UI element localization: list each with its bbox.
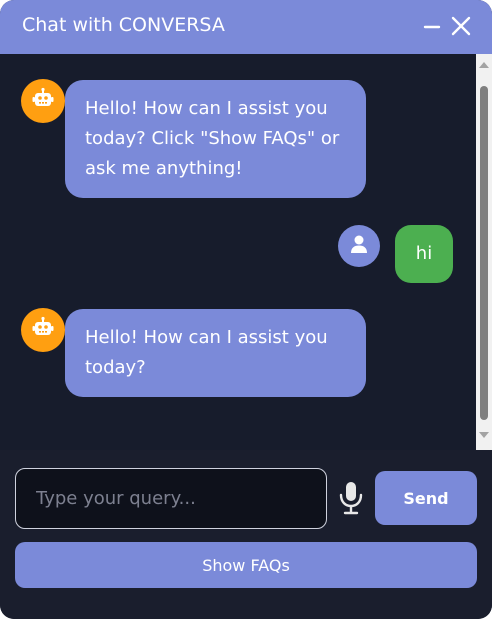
- bot-avatar: [21, 308, 65, 352]
- messages-scrollbar[interactable]: [476, 54, 492, 450]
- send-button[interactable]: Send: [375, 471, 477, 525]
- scrollbar-thumb[interactable]: [480, 86, 488, 420]
- chat-header: Chat with CONVERSA: [0, 0, 492, 54]
- chat-widget: Chat with CONVERSA Hello! How can I assi…: [0, 0, 492, 619]
- microphone-icon[interactable]: [338, 481, 364, 515]
- close-icon[interactable]: [449, 14, 475, 40]
- robot-icon: [31, 316, 55, 344]
- bot-avatar: [21, 79, 65, 123]
- bot-message: Hello! How can I assist you today?: [65, 309, 366, 397]
- query-input[interactable]: [15, 468, 327, 529]
- show-faqs-button[interactable]: Show FAQs: [15, 542, 477, 588]
- robot-icon: [31, 87, 55, 115]
- scroll-up-arrow-icon[interactable]: [479, 62, 489, 68]
- scroll-down-arrow-icon[interactable]: [479, 432, 489, 438]
- chat-title: Chat with CONVERSA: [22, 14, 225, 36]
- minimize-icon[interactable]: [420, 14, 446, 40]
- user-message: hi: [395, 225, 453, 283]
- user-avatar: [338, 225, 380, 267]
- bot-message: Hello! How can I assist you today? Click…: [65, 80, 366, 198]
- user-icon: [349, 234, 369, 258]
